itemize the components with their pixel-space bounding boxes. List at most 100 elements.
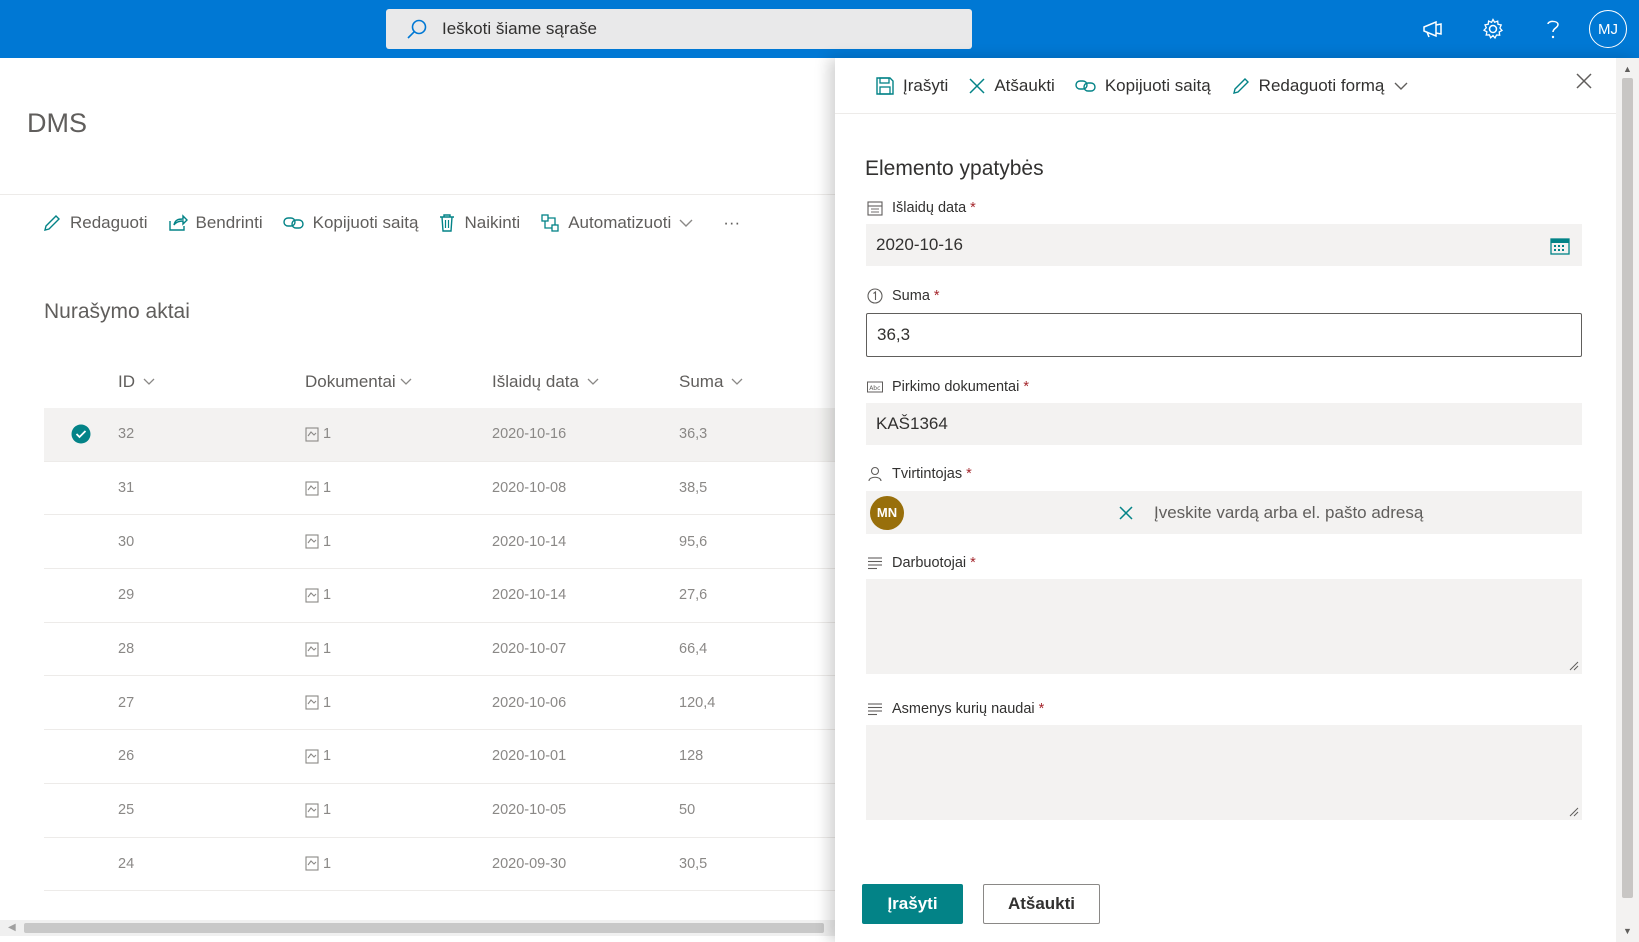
table-row[interactable]: 32 1 2020-10-16 36,3 [44, 408, 835, 462]
cell-id: 29 [118, 587, 135, 604]
delete-button[interactable]: Naikinti [438, 213, 520, 233]
calendar-icon [867, 201, 883, 216]
megaphone-icon[interactable] [1403, 0, 1463, 58]
employees-textarea[interactable] [866, 579, 1582, 674]
multiline-text-icon [868, 703, 882, 716]
panel-save-label: Įrašyti [903, 75, 949, 95]
row-checkbox[interactable] [44, 424, 118, 444]
cancel-button[interactable]: Atšaukti [983, 884, 1100, 924]
chevron-down-icon [143, 378, 155, 385]
table-row[interactable]: 29 1 2020-10-14 27,6 [44, 569, 835, 623]
panel-copy-link-button[interactable]: Kopijuoti saitą [1075, 76, 1211, 96]
resize-handle-icon[interactable] [1569, 807, 1579, 817]
more-button[interactable]: ··· [723, 213, 740, 233]
attachment-icon [305, 803, 319, 818]
suite-header: Ieškoti šiame sąraše MJ [0, 0, 1639, 58]
share-icon [168, 213, 188, 231]
table-row[interactable]: 25 1 2020-10-05 50 [44, 784, 835, 838]
cell-docs: 1 [305, 802, 492, 818]
cell-docs: 1 [305, 695, 492, 711]
automate-label: Automatizuoti [568, 212, 672, 232]
multiline-text-icon [868, 557, 882, 570]
panel-close-button[interactable] [1575, 72, 1593, 95]
chevron-down-icon [1394, 82, 1408, 90]
save-button[interactable]: Įrašyti [862, 884, 963, 924]
number-icon [867, 288, 883, 304]
panel-save-button[interactable]: Įrašyti [875, 76, 948, 96]
column-header-docs[interactable]: Dokumentai [305, 372, 492, 392]
copy-link-label: Kopijuoti saitą [312, 212, 419, 232]
automate-button[interactable]: Automatizuoti [540, 213, 693, 233]
items-table: ID Dokumentai Išlaidų data Suma 32 1 202… [44, 356, 835, 892]
cell-id: 26 [118, 748, 135, 765]
scroll-up-arrow[interactable]: ▲ [1623, 64, 1632, 74]
horizontal-scrollbar[interactable]: ◀ [0, 920, 835, 936]
field-label-beneficiaries: Asmenys kurių naudai * [867, 701, 1044, 717]
attachment-icon [305, 427, 319, 442]
panel-cancel-button[interactable]: Atšaukti [968, 75, 1055, 96]
panel-cancel-label: Atšaukti [994, 75, 1055, 95]
table-row[interactable]: 24 1 2020-09-30 30,5 [44, 838, 835, 892]
scrollbar-thumb[interactable] [24, 923, 824, 933]
cell-sum: 38,5 [679, 480, 708, 497]
link-icon [1075, 79, 1096, 92]
cell-sum: 36,3 [679, 426, 708, 443]
sum-input[interactable]: 36,3 [866, 313, 1582, 357]
cell-date: 2020-09-30 [492, 855, 567, 872]
share-button[interactable]: Bendrinti [168, 213, 263, 233]
scroll-left-arrow[interactable]: ◀ [8, 922, 16, 933]
column-header-date[interactable]: Išlaidų data [492, 372, 679, 392]
help-icon[interactable] [1523, 0, 1583, 58]
cell-docs: 1 [305, 748, 492, 764]
column-header-sum[interactable]: Suma [679, 372, 829, 392]
edit-button[interactable]: Redaguoti [42, 213, 148, 233]
cell-docs: 1 [305, 856, 492, 872]
cell-id: 27 [118, 694, 135, 711]
link-icon [282, 216, 304, 229]
calendar-icon[interactable] [1550, 237, 1570, 255]
cell-date: 2020-10-08 [492, 480, 567, 497]
table-row[interactable]: 30 1 2020-10-14 95,6 [44, 515, 835, 570]
scroll-down-arrow[interactable]: ▼ [1623, 926, 1632, 936]
header-actions: MJ [1403, 0, 1639, 58]
cell-sum: 95,6 [679, 533, 708, 550]
save-icon [876, 76, 894, 95]
resize-handle-icon[interactable] [1569, 661, 1579, 671]
site-title[interactable]: DMS [27, 108, 87, 139]
gear-icon[interactable] [1463, 0, 1523, 58]
delete-label: Naikinti [464, 212, 521, 232]
table-row[interactable]: 27 1 2020-10-06 120,4 [44, 676, 835, 731]
edit-form-button[interactable]: Redaguoti formą [1231, 76, 1409, 96]
cell-docs: 1 [305, 534, 492, 550]
table-header: ID Dokumentai Išlaidų data Suma [44, 356, 835, 408]
field-label-sum: Suma * [867, 288, 940, 304]
scrollbar-thumb[interactable] [1622, 78, 1633, 898]
remove-person-icon[interactable] [1118, 505, 1134, 521]
approver-people-picker[interactable]: MN Įveskite vardą arba el. pašto adresą [866, 491, 1582, 534]
close-icon [1576, 73, 1592, 89]
beneficiaries-textarea[interactable] [866, 725, 1582, 820]
item-details-panel: Įrašyti Atšaukti Kopijuoti saitą Redaguo… [835, 58, 1639, 942]
search-box[interactable]: Ieškoti šiame sąraše [386, 9, 972, 49]
approver-avatar: MN [870, 495, 904, 530]
docs-field[interactable]: KAŠ1364 [866, 403, 1582, 445]
trash-icon [440, 213, 455, 232]
cell-sum: 50 [679, 802, 696, 819]
copy-link-button[interactable]: Kopijuoti saitą [282, 212, 419, 233]
column-header-id[interactable]: ID [118, 372, 305, 392]
field-label-docs: Abc Pirkimo dokumentai * [867, 379, 1029, 395]
cell-date: 2020-10-16 [492, 426, 567, 443]
cell-sum: 66,4 [679, 641, 708, 658]
date-field[interactable]: 2020-10-16 [866, 224, 1582, 266]
table-row[interactable]: 26 1 2020-10-01 128 [44, 730, 835, 784]
table-row[interactable]: 28 1 2020-10-07 66,4 [44, 623, 835, 677]
cell-date: 2020-10-05 [492, 802, 567, 819]
chevron-down-icon [587, 378, 599, 385]
field-label-approver: Tvirtintojas * [867, 466, 972, 482]
cell-id: 32 [118, 426, 135, 443]
list-title: Nurašymo aktai [44, 300, 190, 323]
user-avatar[interactable]: MJ [1589, 10, 1627, 48]
attachment-icon [305, 695, 319, 710]
panel-scrollbar[interactable]: ▲ ▼ [1616, 58, 1639, 942]
table-row[interactable]: 31 1 2020-10-08 38,5 [44, 462, 835, 516]
